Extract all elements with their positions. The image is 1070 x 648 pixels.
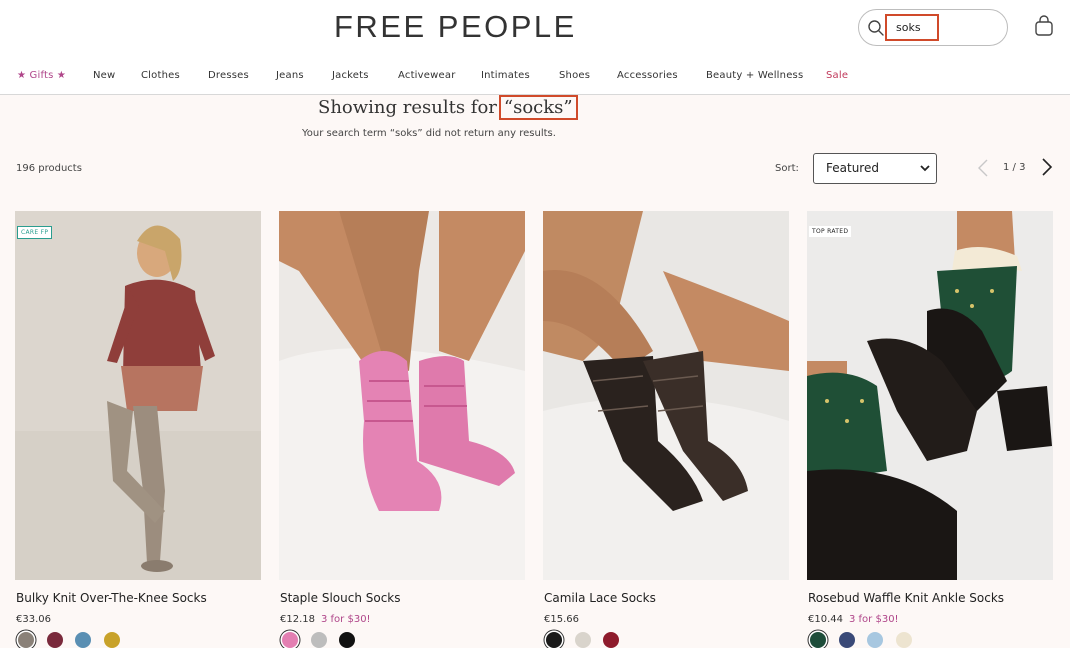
color-swatch[interactable] <box>104 632 120 648</box>
price-value: €33.06 <box>16 614 51 625</box>
nav-item-new[interactable]: New <box>93 70 115 81</box>
next-page-icon[interactable] <box>1040 157 1054 177</box>
logo[interactable]: FREE PEOPLE <box>334 9 577 45</box>
care-fp-badge: CARE FP <box>17 226 53 239</box>
product-image[interactable] <box>543 211 789 580</box>
prev-page-icon[interactable] <box>976 158 990 178</box>
nav-item-jeans[interactable]: Jeans <box>276 70 304 81</box>
product-price: €10.44 3 for $30! <box>808 614 899 625</box>
product-name[interactable]: Rosebud Waffle Knit Ankle Socks <box>808 591 1004 605</box>
color-swatch[interactable] <box>867 632 883 648</box>
color-swatch[interactable] <box>896 632 912 648</box>
color-swatch[interactable] <box>339 632 355 648</box>
color-swatch[interactable] <box>810 632 826 648</box>
product-card[interactable]: CARE FP Bulky Knit Over-The-Knee Socks €… <box>15 211 261 648</box>
nav-item-clothes[interactable]: Clothes <box>141 70 180 81</box>
color-swatch[interactable] <box>311 632 327 648</box>
color-swatch[interactable] <box>282 632 298 648</box>
nav-item-gifts[interactable]: ★ Gifts ★ <box>17 70 66 81</box>
price-value: €10.44 <box>808 614 843 625</box>
product-price: €12.18 3 for $30! <box>280 614 371 625</box>
color-swatch[interactable] <box>575 632 591 648</box>
product-name[interactable]: Camila Lace Socks <box>544 591 656 605</box>
price-value: €15.66 <box>544 614 579 625</box>
color-swatch[interactable] <box>75 632 91 648</box>
nav-item-beauty-wellness[interactable]: Beauty + Wellness <box>706 70 803 81</box>
results-heading: Showing results for “socks” <box>318 95 578 120</box>
shopping-bag-icon[interactable] <box>1034 15 1054 37</box>
product-card[interactable]: Staple Slouch Socks €12.18 3 for $30! <box>279 211 525 648</box>
product-card[interactable]: TOP RATED Rosebud Waffle Knit Ankle Sock… <box>807 211 1053 648</box>
top-rated-badge: TOP RATED <box>809 226 852 237</box>
product-image[interactable] <box>807 211 1053 580</box>
color-swatch[interactable] <box>47 632 63 648</box>
product-price: €15.66 <box>544 614 579 625</box>
color-swatch[interactable] <box>546 632 562 648</box>
search-input[interactable] <box>885 14 939 41</box>
nav-item-intimates[interactable]: Intimates <box>481 70 530 81</box>
nav-item-activewear[interactable]: Activewear <box>398 70 456 81</box>
page-indicator: 1 / 3 <box>1003 162 1026 173</box>
main-nav: ★ Gifts ★ New Clothes Dresses Jeans Jack… <box>0 70 1070 86</box>
product-price: €33.06 <box>16 614 51 625</box>
product-name[interactable]: Bulky Knit Over-The-Knee Socks <box>16 591 207 605</box>
nav-item-sale[interactable]: Sale <box>826 70 848 81</box>
product-name[interactable]: Staple Slouch Socks <box>280 591 401 605</box>
chevron-down-icon <box>920 165 930 172</box>
product-card[interactable]: Camila Lace Socks €15.66 <box>543 211 789 648</box>
results-heading-prefix: Showing results for <box>318 97 497 118</box>
results-heading-term: “socks” <box>498 95 578 120</box>
search-icon[interactable] <box>867 19 885 37</box>
nav-item-accessories[interactable]: Accessories <box>617 70 678 81</box>
sort-select-value: Featured <box>826 161 879 175</box>
sort-select[interactable]: Featured <box>813 153 937 184</box>
nav-item-shoes[interactable]: Shoes <box>559 70 590 81</box>
color-swatch[interactable] <box>603 632 619 648</box>
nav-item-dresses[interactable]: Dresses <box>208 70 249 81</box>
product-image[interactable] <box>15 211 261 580</box>
promo-text: 3 for $30! <box>849 614 899 625</box>
promo-text: 3 for $30! <box>321 614 371 625</box>
product-image[interactable] <box>279 211 525 580</box>
color-swatch[interactable] <box>839 632 855 648</box>
sort-label: Sort: <box>775 163 799 174</box>
color-swatch[interactable] <box>18 632 34 648</box>
results-note: Your search term “soks” did not return a… <box>302 128 556 139</box>
search-box[interactable] <box>858 9 1008 46</box>
product-count: 196 products <box>16 163 82 174</box>
site-header: FREE PEOPLE ★ Gifts ★ New Clothes Dresse… <box>0 0 1070 95</box>
price-value: €12.18 <box>280 614 315 625</box>
nav-item-jackets[interactable]: Jackets <box>332 70 369 81</box>
